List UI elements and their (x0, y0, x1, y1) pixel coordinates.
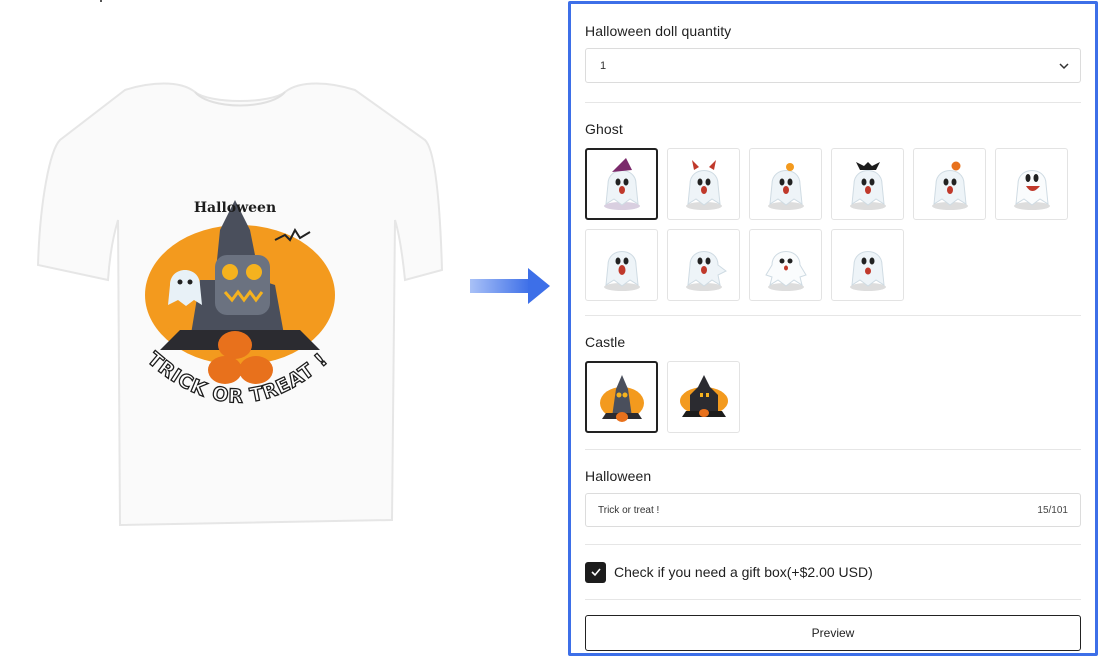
character-counter: 15/101 (1037, 504, 1068, 516)
ghost-happy-icon (1013, 170, 1050, 210)
ghost-devil-icon (685, 160, 722, 210)
arrow-right-icon (470, 268, 550, 304)
quantity-select[interactable]: 1 (585, 48, 1081, 83)
quantity-label: Halloween doll quantity (585, 23, 732, 39)
ghost-option-witch-hat[interactable] (585, 148, 658, 220)
castle-swatches (585, 361, 1085, 433)
ghost-option-classic[interactable] (585, 229, 658, 301)
castle-section: Castle (585, 316, 1081, 450)
castle-monster-icon (599, 375, 644, 422)
ghost-flower-icon (767, 163, 804, 210)
design-top-text: Halloween (194, 200, 276, 216)
halloween-text-value: Trick or treat ! (598, 504, 660, 516)
halloween-text-label: Halloween (585, 468, 652, 484)
quantity-section: Halloween doll quantity 1 (585, 4, 1081, 103)
ghost-label: Ghost (585, 121, 623, 137)
castle-label: Castle (585, 334, 626, 350)
ghost-surprised-icon (849, 251, 886, 291)
ghost-option-cute[interactable] (749, 229, 822, 301)
ghost-option-flower[interactable] (749, 148, 822, 220)
castle-option-haunted-house[interactable] (667, 361, 740, 433)
ghost-bat-icon (849, 162, 886, 210)
ghost-classic-icon (603, 251, 640, 291)
ghost-waving-icon (685, 251, 727, 291)
halloween-text-input[interactable]: Trick or treat ! 15/101 (585, 493, 1081, 527)
preview-button[interactable]: Preview (585, 615, 1081, 651)
quantity-value: 1 (600, 59, 607, 72)
tshirt-image: Halloween TRICK OR TREAT ! (36, 82, 444, 527)
ghost-option-bat-wings[interactable] (831, 148, 904, 220)
customizer-panel: Halloween doll quantity 1 Ghost Castle H… (568, 1, 1098, 656)
ghost-option-surprised[interactable] (831, 229, 904, 301)
gift-box-checkbox[interactable] (585, 561, 606, 583)
ghost-option-devil-horns[interactable] (667, 148, 740, 220)
checkmark-icon (590, 568, 601, 577)
gift-box-section: Check if you need a gift box(+$2.00 USD) (585, 545, 1081, 600)
castle-option-monster[interactable] (585, 361, 658, 433)
ghost-option-happy[interactable] (995, 148, 1068, 220)
ghost-option-pumpkin[interactable] (913, 148, 986, 220)
ghost-section: Ghost (585, 103, 1081, 316)
ghost-witch-hat-icon (603, 158, 640, 210)
castle-house-icon (679, 375, 728, 417)
product-preview: Halloween TRICK OR TREAT ! (0, 0, 560, 657)
chevron-down-icon (1059, 62, 1069, 69)
ghost-swatches (585, 148, 1085, 301)
ghost-pumpkin-icon (931, 161, 968, 210)
halloween-text-section: Halloween Trick or treat ! 15/101 (585, 450, 1081, 545)
ghost-option-waving[interactable] (667, 229, 740, 301)
gift-box-label: Check if you need a gift box(+$2.00 USD) (614, 564, 873, 580)
ghost-cute-icon (764, 251, 807, 291)
